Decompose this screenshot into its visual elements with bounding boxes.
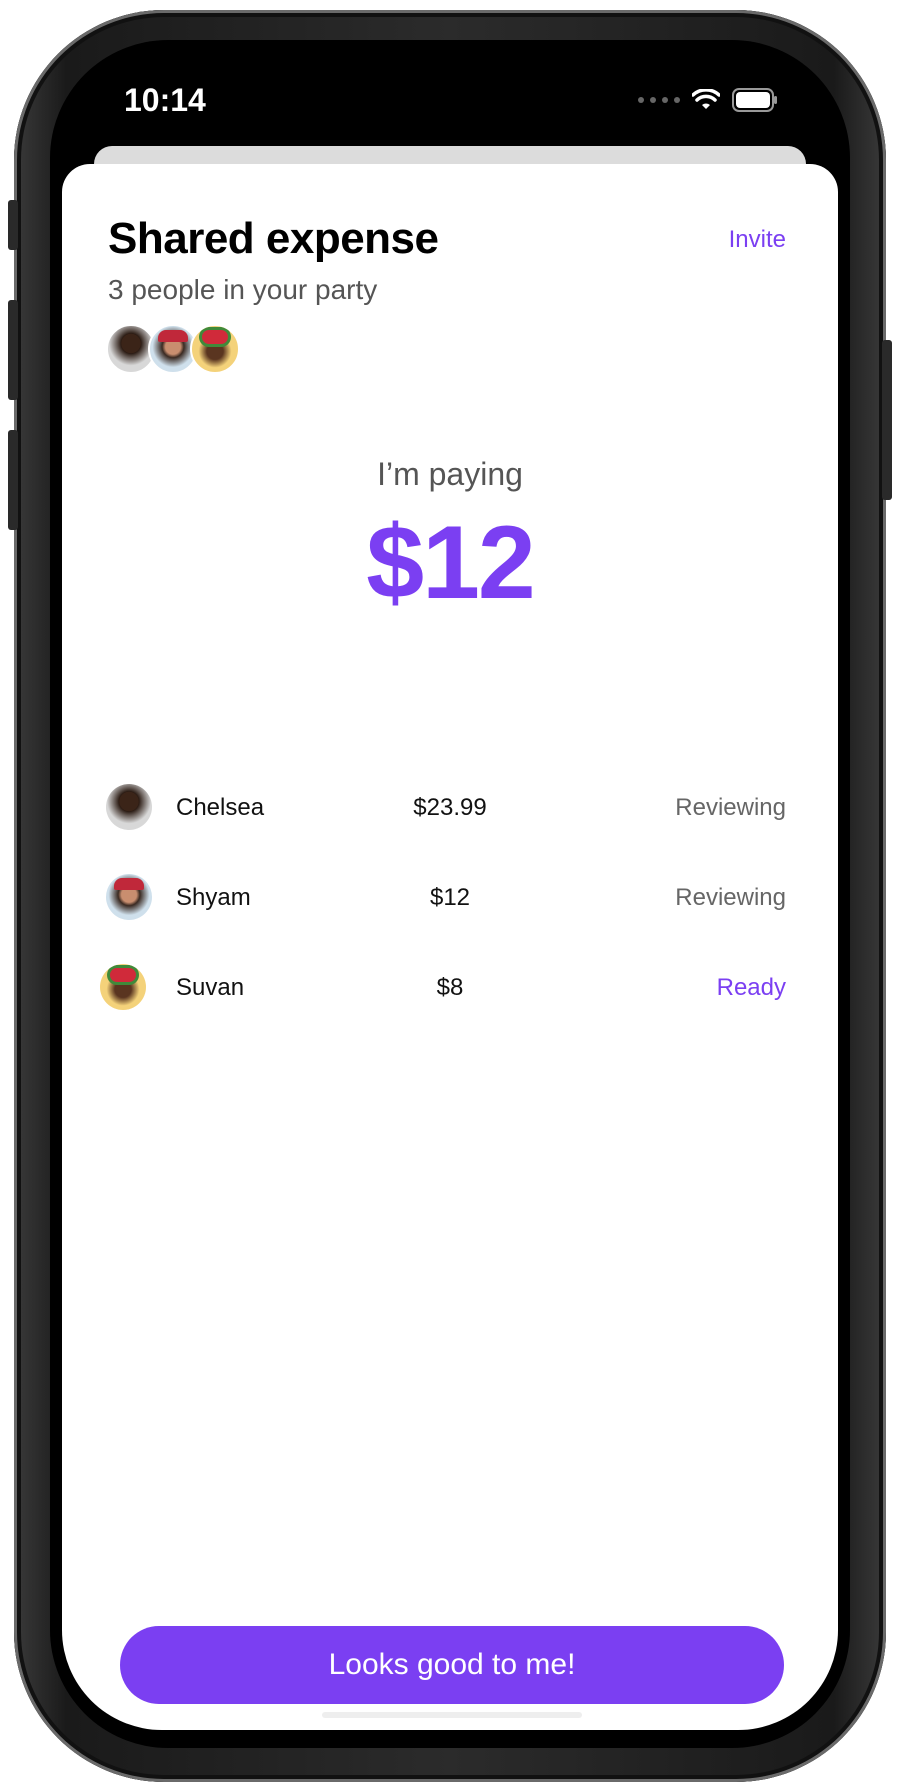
member-row[interactable]: Chelsea $23.99 Reviewing [62, 764, 838, 854]
signal-icon [638, 97, 680, 103]
expense-sheet: Shared expense Invite 3 people in your p… [62, 164, 838, 1730]
status-icons [638, 88, 778, 112]
member-row[interactable]: Shyam $12 Reviewing [62, 854, 838, 944]
status-time: 10:14 [124, 82, 206, 118]
battery-icon [732, 88, 777, 112]
member-status: Reviewing [675, 794, 786, 821]
page-title: Shared expense [108, 214, 439, 263]
member-status: Reviewing [675, 884, 786, 911]
volume-up-button [8, 300, 18, 400]
looks-good-button[interactable]: Looks good to me! [120, 1626, 784, 1704]
member-status-ready: Ready [716, 974, 786, 1001]
home-indicator [322, 1712, 582, 1718]
mute-switch [8, 200, 18, 250]
paying-amount: $12 [366, 505, 536, 621]
party-avatars [106, 324, 240, 374]
wifi-icon [692, 89, 720, 109]
power-button [882, 340, 892, 500]
paying-label: I’m paying [377, 456, 523, 492]
party-subtitle: 3 people in your party [108, 274, 378, 305]
member-row[interactable]: Suvan $8 Ready [62, 944, 838, 1034]
avatar-suvan [190, 324, 240, 374]
invite-link[interactable]: Invite [729, 226, 786, 254]
member-list: Chelsea $23.99 Reviewing Shyam $12 Revie… [62, 764, 838, 1034]
volume-down-button [8, 430, 18, 530]
